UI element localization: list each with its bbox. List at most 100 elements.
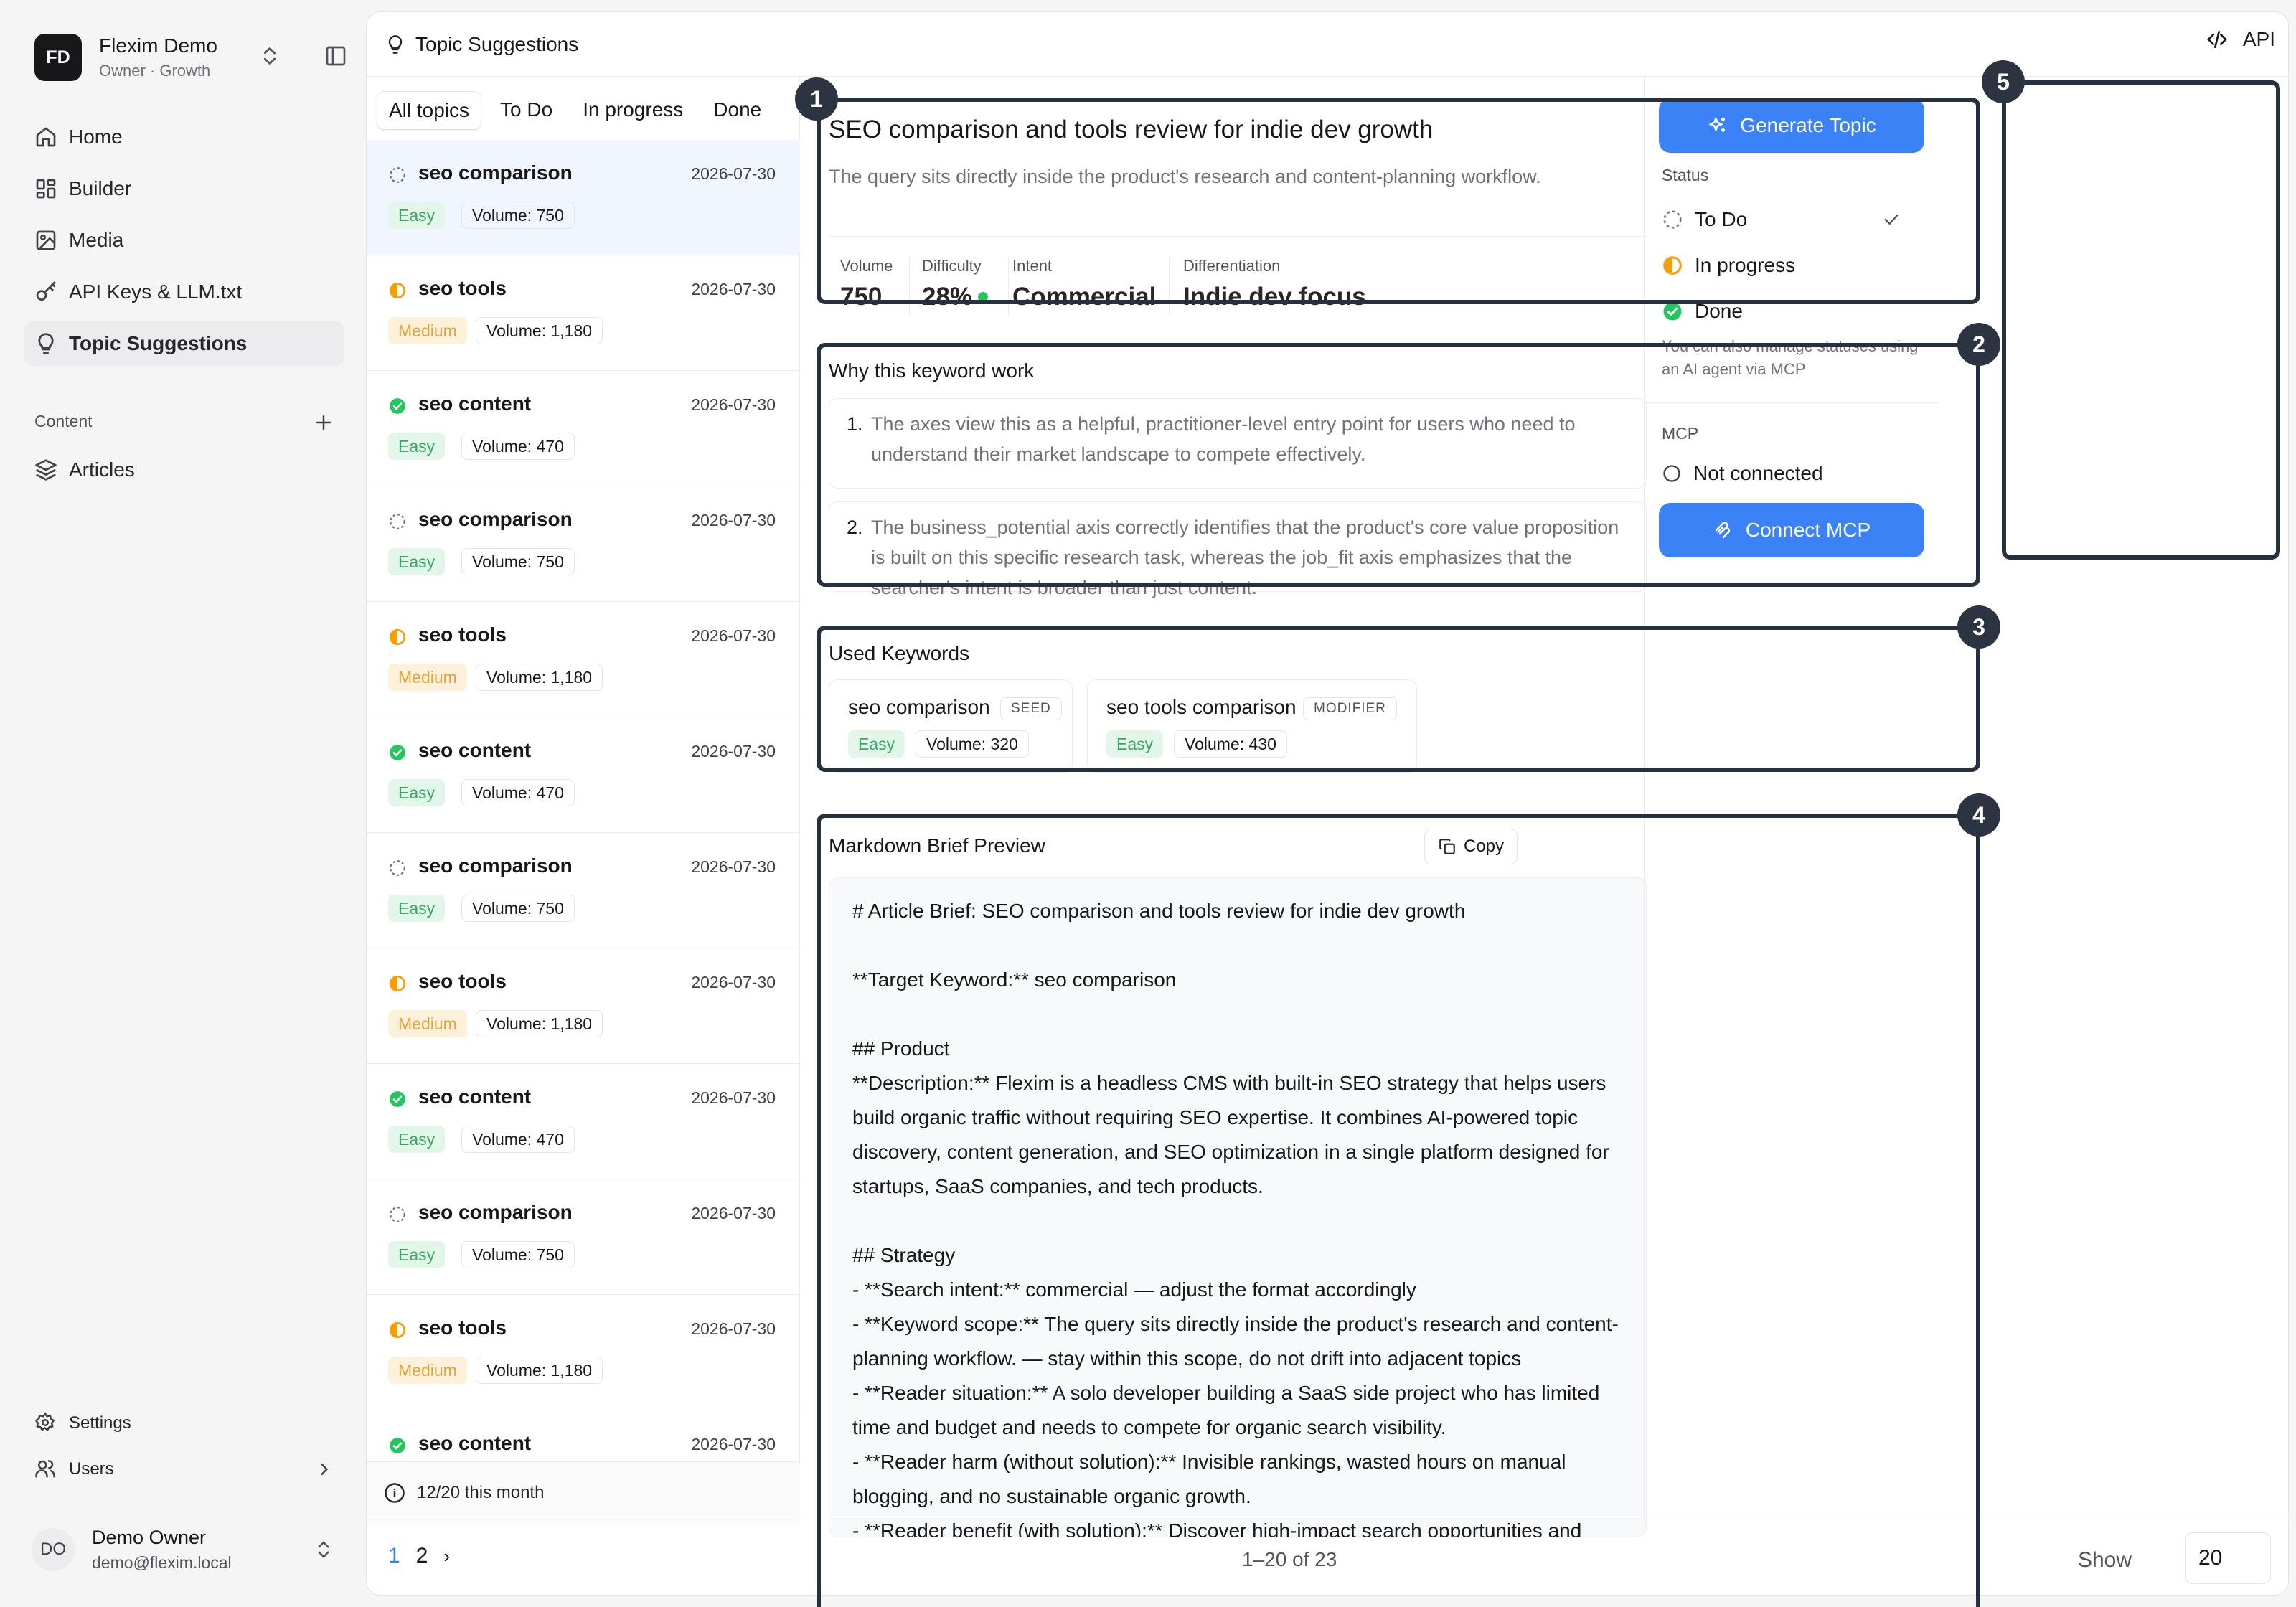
callout-badge: 2 bbox=[1957, 323, 2000, 366]
topic-date: 2026-07-30 bbox=[691, 280, 776, 298]
markdown-line: - **Reader harm (without solution):** In… bbox=[852, 1451, 1566, 1507]
generate-topic-button[interactable]: Generate Topic bbox=[1659, 98, 1924, 153]
topic-date: 2026-07-30 bbox=[691, 1319, 776, 1338]
topic-title: seo tools bbox=[418, 1316, 507, 1339]
topic-row[interactable]: seo content 2026-07-30 Easy Volume: 470 bbox=[367, 717, 800, 833]
difficulty-badge: Easy bbox=[1106, 730, 1164, 758]
volume-badge: Volume: 1,180 bbox=[476, 1010, 603, 1037]
page-2-link[interactable]: 2 bbox=[416, 1544, 428, 1568]
nav-item-users[interactable]: Users bbox=[24, 1448, 344, 1490]
topic-title: seo tools bbox=[418, 623, 507, 646]
status-label: Status bbox=[1662, 166, 1709, 184]
nav-label: Builder bbox=[69, 177, 132, 199]
topic-row[interactable]: seo comparison 2026-07-30 Easy Volume: 750 bbox=[367, 486, 800, 602]
difficulty-badge: Easy bbox=[388, 1241, 446, 1268]
circle-dashed-icon bbox=[1663, 210, 1682, 229]
volume-badge: Volume: 750 bbox=[461, 1241, 575, 1268]
lightbulb-icon bbox=[385, 34, 405, 55]
gear-icon bbox=[34, 1412, 57, 1435]
user-menu[interactable]: DO Demo Owner demo@flexim.local bbox=[24, 1517, 344, 1582]
volume-badge: Volume: 470 bbox=[461, 1126, 575, 1153]
topic-title: seo comparison bbox=[418, 1201, 573, 1223]
generate-label: Generate Topic bbox=[1740, 114, 1876, 136]
copy-button[interactable]: Copy bbox=[1424, 829, 1518, 864]
stat-value: Commercial bbox=[1012, 283, 1157, 311]
topic-row[interactable]: seo comparison 2026-07-30 Easy Volume: 750 bbox=[367, 833, 800, 948]
check-circle-icon bbox=[388, 1436, 407, 1455]
topic-row[interactable]: seo tools 2026-07-30 Medium Volume: 1,180 bbox=[367, 948, 800, 1064]
difficulty-badge: Medium bbox=[388, 317, 467, 344]
sidebar: FD Flexim Demo Owner · Growth Home Build… bbox=[0, 0, 359, 1607]
topic-row[interactable]: seo tools 2026-07-30 Medium Volume: 1,180 bbox=[367, 255, 800, 371]
markdown-line: ## Strategy bbox=[852, 1244, 956, 1266]
volume-badge: Volume: 470 bbox=[461, 433, 575, 460]
nav-item-builder[interactable]: Builder bbox=[24, 166, 344, 211]
callout-badge: 1 bbox=[795, 77, 838, 121]
stat-volume: Volume 750 bbox=[840, 257, 893, 311]
next-page-link[interactable]: › bbox=[443, 1545, 450, 1568]
content-section-label: Content bbox=[34, 412, 93, 430]
api-button[interactable]: API bbox=[2206, 28, 2275, 51]
topic-stats: Volume 750 Difficulty 28% Intent Commerc… bbox=[829, 236, 1647, 315]
used-keywords-heading: Used Keywords bbox=[829, 642, 970, 664]
workspace-switcher[interactable]: FD Flexim Demo Owner · Growth bbox=[24, 22, 347, 93]
status-option-in-progress[interactable]: In progress bbox=[1662, 248, 1913, 283]
chevrons-up-down-icon[interactable] bbox=[258, 44, 281, 67]
api-label: API bbox=[2242, 28, 2275, 50]
topic-row[interactable]: seo content 2026-07-30 Easy Volume: 470 bbox=[367, 1064, 800, 1179]
plus-icon[interactable] bbox=[313, 412, 334, 433]
page-1-link[interactable]: 1 bbox=[388, 1544, 400, 1568]
connect-mcp-button[interactable]: Connect MCP bbox=[1659, 503, 1924, 557]
lightbulb-icon bbox=[34, 332, 57, 355]
tab-in-progress[interactable]: In progress bbox=[571, 91, 695, 130]
difficulty-badge: Medium bbox=[388, 1010, 467, 1037]
users-icon bbox=[34, 1458, 57, 1481]
nav-item-articles[interactable]: Articles bbox=[24, 448, 344, 492]
reason-text: The axes view this as a helpful, practit… bbox=[871, 413, 1576, 465]
show-label: Show bbox=[2077, 1548, 2132, 1572]
topic-row[interactable]: seo comparison 2026-07-30 Easy Volume: 750 bbox=[367, 1179, 800, 1295]
pagination: 1 2 › bbox=[388, 1544, 450, 1568]
check-circle-icon bbox=[1663, 302, 1682, 321]
topic-date: 2026-07-30 bbox=[691, 1435, 776, 1453]
status-option-todo[interactable]: To Do bbox=[1662, 202, 1913, 237]
half-circle-icon bbox=[388, 281, 407, 300]
difficulty-badge: Easy bbox=[388, 202, 446, 229]
status-option-label: To Do bbox=[1695, 208, 1748, 230]
reason-number: 2. bbox=[847, 517, 863, 538]
topic-row[interactable]: seo content 2026-07-30 Easy Volume: 470 bbox=[367, 371, 800, 486]
topic-row[interactable]: seo comparison 2026-07-30 Easy Volume: 750 bbox=[367, 140, 800, 255]
page-size-input[interactable]: 20 bbox=[2185, 1532, 2271, 1584]
markdown-preview: # Article Brief: SEO comparison and tool… bbox=[829, 877, 1647, 1537]
topic-date: 2026-07-30 bbox=[691, 742, 776, 760]
half-circle-icon bbox=[388, 1321, 407, 1339]
connect-label: Connect MCP bbox=[1745, 519, 1871, 541]
mcp-status: Not connected bbox=[1662, 456, 1913, 491]
tab-to-do[interactable]: To Do bbox=[489, 91, 564, 130]
mcp-icon bbox=[1715, 522, 1730, 539]
volume-badge: Volume: 750 bbox=[461, 548, 575, 575]
keyword-card: seo tools comparison MODIFIER Easy Volum… bbox=[1087, 679, 1417, 773]
status-option-done[interactable]: Done bbox=[1662, 293, 1913, 329]
tab-all-topics[interactable]: All topics bbox=[377, 91, 482, 130]
nav-item-topic-suggestions[interactable]: Topic Suggestions bbox=[24, 321, 344, 366]
nav-item-api-keys[interactable]: API Keys & LLM.txt bbox=[24, 270, 344, 314]
reason-text: The business_potential axis correctly id… bbox=[871, 517, 1619, 598]
tab-done[interactable]: Done bbox=[702, 91, 773, 130]
quota-text: 12/20 this month bbox=[417, 1482, 545, 1502]
markdown-line: - **Keyword scope:** The query sits dire… bbox=[852, 1313, 1619, 1370]
stat-value: Indie dev focus bbox=[1183, 283, 1366, 311]
nav-item-settings[interactable]: Settings bbox=[24, 1403, 344, 1444]
nav-item-media[interactable]: Media bbox=[24, 218, 344, 263]
reason-item: 2. The business_potential axis correctly… bbox=[829, 501, 1647, 598]
markdown-line: - **Search intent:** commercial — adjust… bbox=[852, 1278, 1416, 1301]
topic-date: 2026-07-30 bbox=[691, 1204, 776, 1222]
topic-description: The query sits directly inside the produ… bbox=[829, 166, 1541, 187]
keyword-tag: SEED bbox=[1000, 697, 1062, 720]
topic-row[interactable]: seo tools 2026-07-30 Medium Volume: 1,180 bbox=[367, 602, 800, 717]
sidebar-toggle-icon[interactable] bbox=[324, 44, 347, 67]
nav-item-home[interactable]: Home bbox=[24, 115, 344, 159]
topic-row[interactable]: seo tools 2026-07-30 Medium Volume: 1,180 bbox=[367, 1295, 800, 1410]
markdown-line: **Description:** Flexim is a headless CM… bbox=[852, 1072, 1609, 1197]
stat-value: 28% bbox=[922, 283, 989, 311]
